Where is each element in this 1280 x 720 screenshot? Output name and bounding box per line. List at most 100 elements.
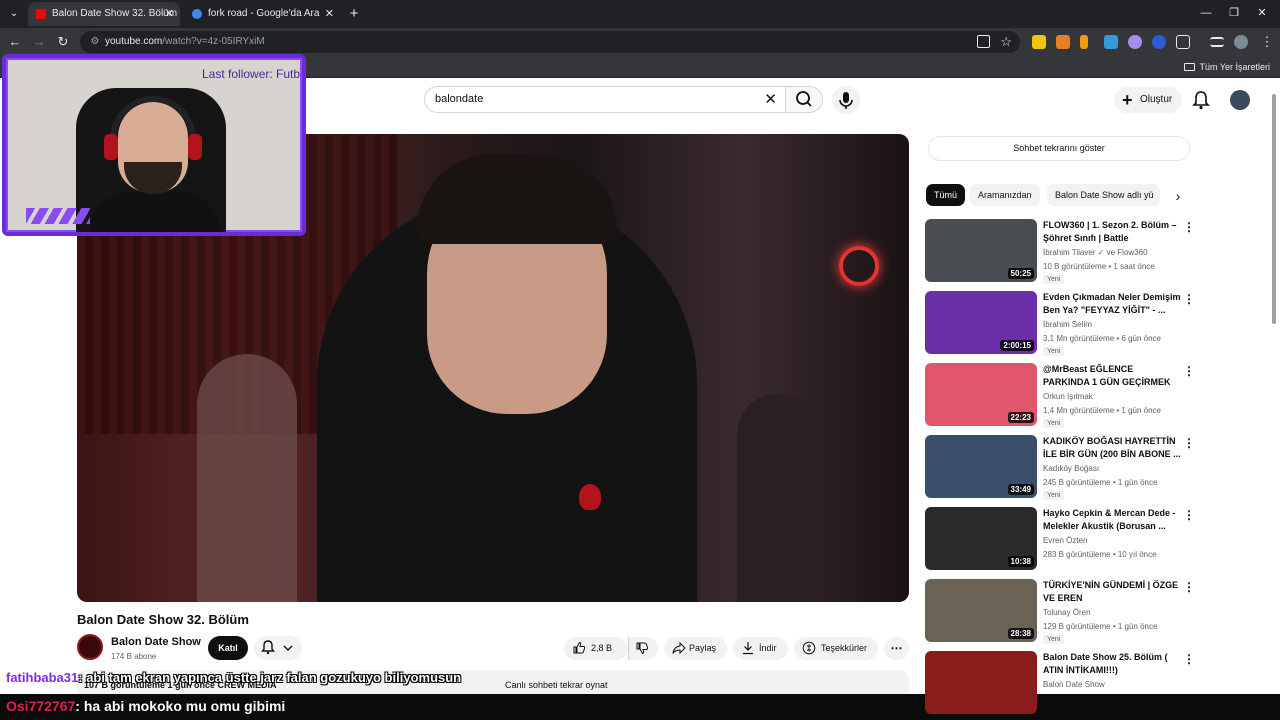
recommended-channel[interactable]: İbrahim Tilaver ✓ ve Flow360 bbox=[1043, 248, 1148, 257]
video-thumbnail[interactable] bbox=[925, 651, 1037, 714]
close-window-icon[interactable]: ✕ bbox=[1252, 4, 1272, 22]
recommended-video-title[interactable]: TÜRKİYE'NİN GÜNDEMİ | ÖZGE VE EREN bbox=[1043, 579, 1181, 605]
more-options-icon[interactable]: ⋮ bbox=[1183, 293, 1195, 305]
recommended-video-title[interactable]: KADIKÖY BOĞASI HAYRETTİN İLE BİR GÜN (20… bbox=[1043, 435, 1181, 461]
chip-channel[interactable]: Balon Date Show adlı yü bbox=[1047, 184, 1160, 206]
thumbs-up-icon bbox=[573, 641, 586, 654]
recommended-channel[interactable]: Orkun Işıtmak bbox=[1043, 392, 1093, 401]
video-thumbnail[interactable]: 28:38 bbox=[925, 579, 1037, 642]
bookmark-star-icon[interactable]: ☆ bbox=[1000, 33, 1012, 51]
video-duration: 10:38 bbox=[1007, 556, 1034, 567]
chevron-right-icon[interactable]: › bbox=[1170, 186, 1186, 206]
extension-icon[interactable] bbox=[1056, 35, 1070, 49]
more-options-icon[interactable]: ⋮ bbox=[1183, 221, 1195, 233]
video-frame-neon bbox=[839, 246, 879, 286]
close-tab-icon[interactable]: ✕ bbox=[165, 2, 174, 26]
create-button[interactable]: + Oluştur bbox=[1114, 87, 1182, 113]
recommended-channel[interactable]: Kadıköy Boğası bbox=[1043, 464, 1099, 473]
recommended-video[interactable]: 33:49 KADIKÖY BOĞASI HAYRETTİN İLE BİR GÜ… bbox=[925, 435, 1195, 501]
recommended-video-title[interactable]: Hayko Cepkin & Mercan Dede - Melekler Ak… bbox=[1043, 507, 1181, 533]
address-bar[interactable]: ⚙ youtube.com/watch?v=4z-05IRYxiM ☆ bbox=[80, 31, 1020, 53]
recommended-channel[interactable]: Tolunay Ören bbox=[1043, 608, 1091, 617]
channel-avatar[interactable] bbox=[77, 634, 103, 660]
share-button[interactable]: Paylaş bbox=[664, 637, 727, 660]
all-bookmarks-button[interactable]: Tüm Yer İşaretleri bbox=[1184, 56, 1270, 78]
recommended-video[interactable]: 22:23 @MrBeast EĞLENCE PARKINDA 1 GÜN GEÇ… bbox=[925, 363, 1195, 429]
recommended-video[interactable]: Balon Date Show 25. Bölüm ( ATIN İNTİKAM… bbox=[925, 651, 1195, 714]
more-options-icon[interactable]: ⋮ bbox=[1183, 365, 1195, 377]
page-scrollbar[interactable] bbox=[1270, 84, 1278, 690]
site-info-icon[interactable]: ⚙ bbox=[88, 35, 102, 49]
close-tab-icon[interactable]: ✕ bbox=[325, 2, 334, 26]
recommended-meta: 3,1 Mn görüntüleme • 6 gün önce bbox=[1043, 334, 1161, 343]
dislike-button[interactable] bbox=[628, 637, 658, 660]
recommended-video-title[interactable]: @MrBeast EĞLENCE PARKINDA 1 GÜN GEÇİRMEK bbox=[1043, 363, 1181, 389]
scrollbar-thumb[interactable] bbox=[1272, 94, 1276, 324]
tab-youtube[interactable]: Balon Date Show 32. Bölüm - Y ✕ bbox=[28, 2, 180, 26]
subscription-bell-button[interactable] bbox=[254, 636, 302, 660]
back-icon[interactable]: ← bbox=[6, 33, 24, 51]
tab-search-icon[interactable]: ⌄ bbox=[6, 6, 22, 22]
clear-search-icon[interactable]: ✕ bbox=[764, 90, 777, 110]
show-chat-replay-button[interactable]: Sohbet tekrarını göster bbox=[928, 136, 1190, 161]
video-thumbnail[interactable]: 33:49 bbox=[925, 435, 1037, 498]
join-button[interactable]: Katıl bbox=[208, 636, 248, 660]
chat-message: Osi772767: ha abi mokoko mu omu gibimi bbox=[6, 698, 285, 714]
restore-icon[interactable]: ❐ bbox=[1224, 4, 1244, 22]
voice-search-button[interactable] bbox=[832, 86, 860, 114]
url-text: youtube.com/watch?v=4z-05IRYxiM bbox=[105, 36, 265, 47]
recommended-video[interactable]: 50:25 FLOW360 | 1. Sezon 2. Bölüm – Şöhre… bbox=[925, 219, 1195, 285]
video-thumbnail[interactable]: 10:38 bbox=[925, 507, 1037, 570]
recommended-video-title[interactable]: FLOW360 | 1. Sezon 2. Bölüm – Şöhret Sın… bbox=[1043, 219, 1181, 245]
recommended-channel[interactable]: İbrahim Selim bbox=[1043, 320, 1092, 329]
video-duration: 33:49 bbox=[1007, 484, 1034, 495]
notifications-bell-icon[interactable] bbox=[1192, 90, 1210, 110]
chip-all[interactable]: Tümü bbox=[926, 184, 966, 206]
tab-google[interactable]: fork road - Google'da Ara ✕ bbox=[184, 2, 340, 26]
recommended-video[interactable]: 28:38 TÜRKİYE'NİN GÜNDEMİ | ÖZGE VE EREN T… bbox=[925, 579, 1195, 645]
subscriber-count: 174 B abone bbox=[111, 652, 157, 661]
channel-name[interactable]: Balon Date Show bbox=[111, 636, 201, 648]
search-button[interactable] bbox=[785, 86, 823, 113]
download-button[interactable]: İndir bbox=[733, 637, 788, 660]
extensions-puzzle-icon[interactable] bbox=[1176, 35, 1190, 49]
profile-avatar-icon[interactable] bbox=[1234, 35, 1248, 49]
like-button[interactable]: 2,8 B bbox=[564, 637, 628, 660]
recommended-video-title[interactable]: Balon Date Show 25. Bölüm ( ATIN İNTİKAM… bbox=[1043, 651, 1181, 677]
search-input-value: balondate bbox=[435, 93, 484, 105]
extension-icon[interactable] bbox=[1104, 35, 1118, 49]
recommended-video[interactable]: 10:38 Hayko Cepkin & Mercan Dede - Melekl… bbox=[925, 507, 1195, 573]
extension-icon[interactable] bbox=[1152, 35, 1166, 49]
extension-icon[interactable] bbox=[1128, 35, 1142, 49]
video-thumbnail[interactable]: 22:23 bbox=[925, 363, 1037, 426]
more-options-icon[interactable]: ⋮ bbox=[1183, 509, 1195, 521]
extension-icon[interactable] bbox=[1080, 35, 1088, 49]
reload-icon[interactable]: ↻ bbox=[54, 33, 72, 51]
chat-replay-inline[interactable]: Canlı sohbeti tekrar oynat bbox=[505, 680, 608, 690]
more-options-icon[interactable]: ⋮ bbox=[1183, 437, 1195, 449]
minimize-icon[interactable]: — bbox=[1196, 4, 1216, 22]
chat-username: fatihbaba31 bbox=[6, 670, 79, 685]
install-app-icon[interactable] bbox=[977, 35, 990, 48]
video-frame-figure bbox=[197, 354, 297, 602]
account-avatar[interactable] bbox=[1230, 90, 1250, 110]
microphone-icon bbox=[839, 92, 853, 109]
thanks-button[interactable]: Teşekkürler bbox=[794, 637, 878, 660]
extension-icon[interactable] bbox=[1032, 35, 1046, 49]
recommended-channel[interactable]: Evren Özten bbox=[1043, 536, 1087, 545]
browser-menu-icon[interactable]: ⋮ bbox=[1258, 33, 1276, 51]
recommended-channel[interactable]: Balon Date Show bbox=[1043, 680, 1105, 689]
more-options-icon[interactable]: ⋮ bbox=[1183, 581, 1195, 593]
more-options-icon[interactable]: ⋮ bbox=[1183, 653, 1195, 665]
recommended-video[interactable]: 2:00:15 Evden Çıkmadan Neler Demişim Ben … bbox=[925, 291, 1195, 357]
forward-icon[interactable]: → bbox=[30, 33, 48, 51]
video-thumbnail[interactable]: 50:25 bbox=[925, 219, 1037, 282]
more-actions-icon[interactable]: ⋯ bbox=[884, 637, 909, 660]
search-input[interactable]: balondate ✕ bbox=[424, 86, 786, 113]
chip-from-search[interactable]: Aramanızdan bbox=[970, 184, 1040, 206]
recommended-video-title[interactable]: Evden Çıkmadan Neler Demişim Ben Ya? "FE… bbox=[1043, 291, 1181, 317]
recommended-meta: 1,4 Mn görüntüleme • 1 gün önce bbox=[1043, 406, 1161, 415]
video-thumbnail[interactable]: 2:00:15 bbox=[925, 291, 1037, 354]
reading-list-icon[interactable] bbox=[1210, 37, 1224, 47]
new-tab-button[interactable]: + bbox=[346, 4, 362, 24]
